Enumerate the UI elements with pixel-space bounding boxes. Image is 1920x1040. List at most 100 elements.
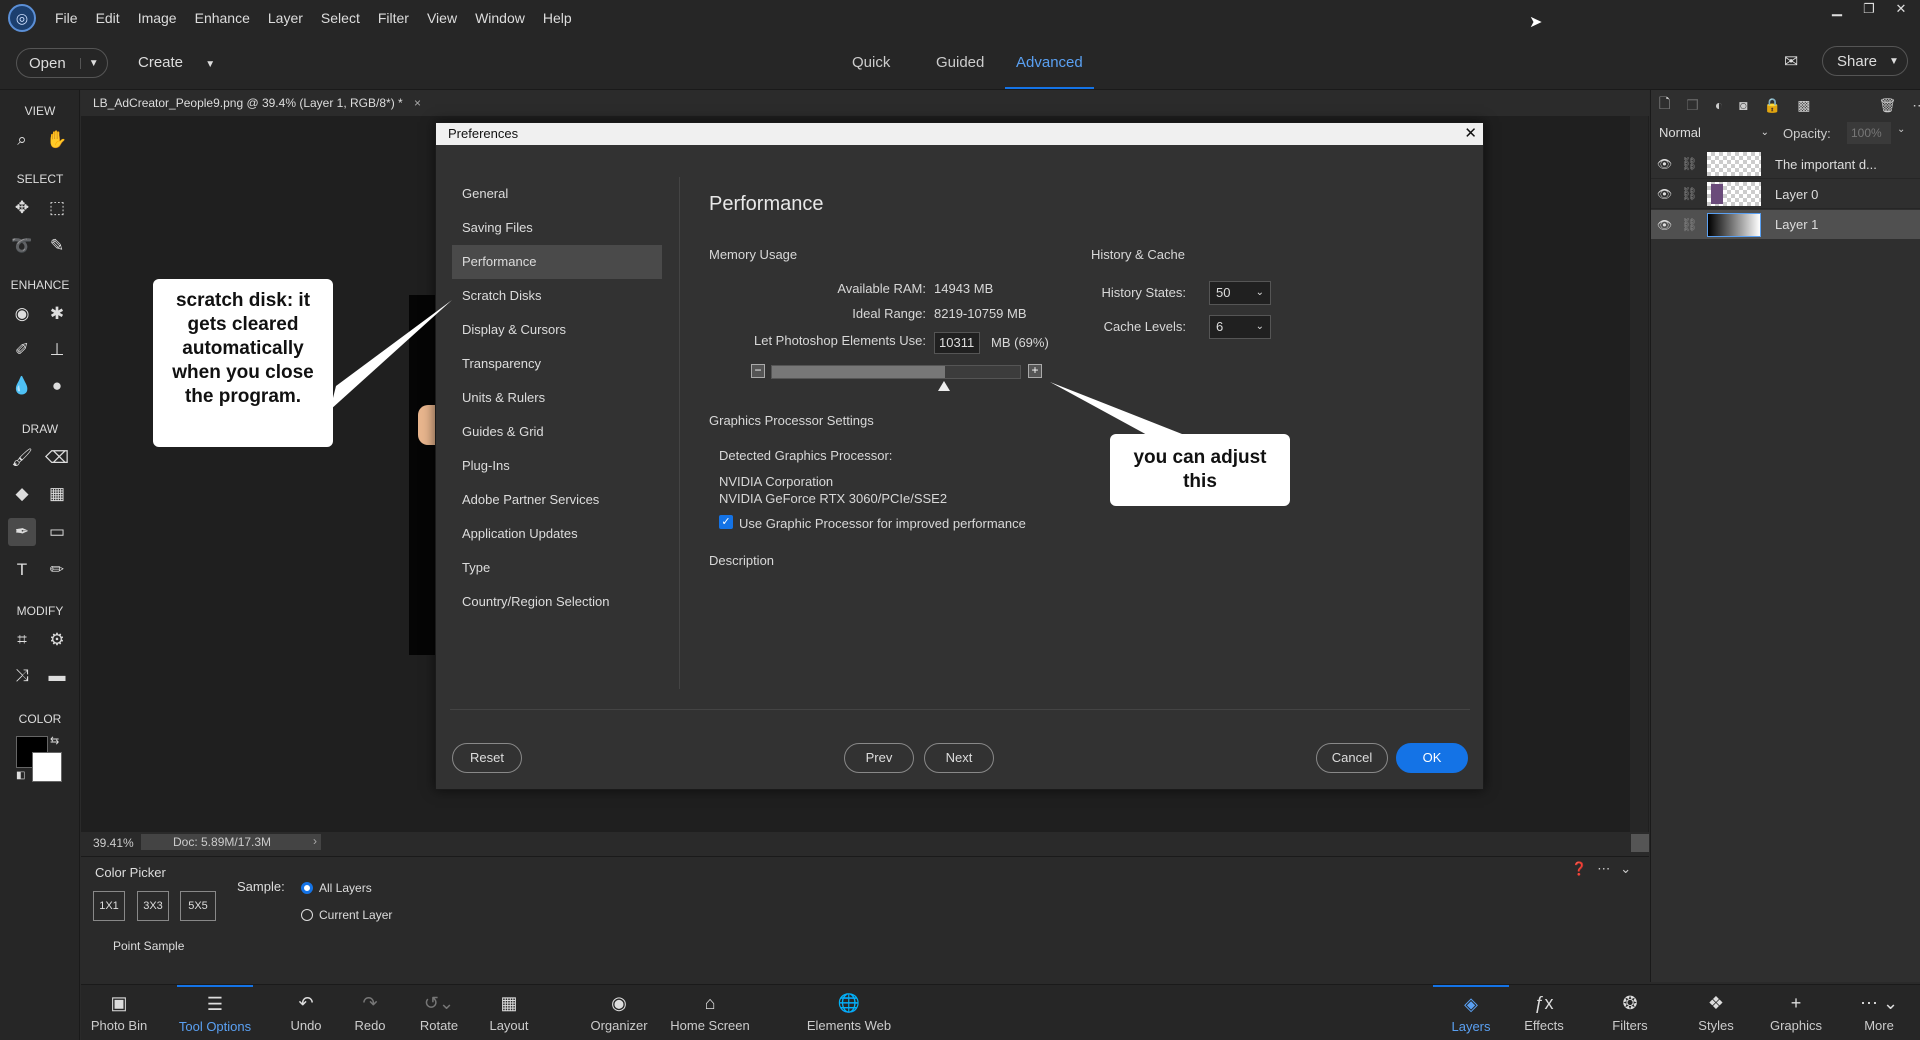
content-aware-move-icon[interactable]: ⤨: [8, 662, 36, 690]
move-tool-icon[interactable]: ✥: [8, 194, 36, 222]
open-button[interactable]: Open ▼: [16, 48, 108, 78]
chevron-down-icon[interactable]: ⌄: [1620, 861, 1631, 877]
prev-button[interactable]: Prev: [844, 743, 914, 773]
recompose-tool-icon[interactable]: ⚙: [43, 626, 71, 654]
layout-button[interactable]: ▦ Layout: [481, 985, 537, 1040]
memory-use-input[interactable]: 10311: [934, 332, 980, 354]
chevron-down-icon[interactable]: ⌄: [1897, 124, 1905, 135]
size-1x1-button[interactable]: 1X1: [93, 891, 125, 921]
filters-button[interactable]: ❂ Filters: [1595, 985, 1665, 1040]
menu-select[interactable]: Select: [312, 10, 369, 26]
cancel-button[interactable]: Cancel: [1316, 743, 1388, 773]
opacity-field[interactable]: 100%: [1847, 122, 1891, 144]
size-5x5-button[interactable]: 5X5: [180, 891, 216, 921]
layer-row[interactable]: 👁 ⛓ Layer 0: [1651, 180, 1920, 209]
plus-icon[interactable]: +: [1028, 364, 1042, 378]
next-button[interactable]: Next: [924, 743, 994, 773]
link-icon[interactable]: ⛓: [1681, 217, 1703, 233]
cache-levels-select[interactable]: 6 ⌄: [1209, 315, 1271, 339]
marquee-tool-icon[interactable]: ⬚: [43, 194, 71, 222]
chevron-down-icon[interactable]: ▼: [79, 57, 99, 69]
pencil-tool-icon[interactable]: ✏: [43, 556, 71, 584]
spot-healing-icon[interactable]: ✱: [43, 300, 71, 328]
menu-image[interactable]: Image: [129, 10, 186, 26]
nav-guides-grid[interactable]: Guides & Grid: [452, 415, 662, 449]
trash-icon[interactable]: 🗑: [1878, 97, 1896, 114]
memory-slider[interactable]: [771, 365, 1021, 379]
ok-button[interactable]: OK: [1396, 743, 1468, 773]
organizer-button[interactable]: ◉ Organizer: [584, 985, 654, 1040]
close-window-icon[interactable]: ✕: [1892, 0, 1910, 18]
gradient-tool-icon[interactable]: ▦: [43, 480, 71, 508]
gpu-checkbox[interactable]: ✓: [719, 515, 733, 529]
vertical-scrollbar[interactable]: [1630, 116, 1648, 832]
layer-row[interactable]: 👁 ⛓ The important d...: [1651, 150, 1920, 179]
red-eye-tool-icon[interactable]: ◉: [8, 300, 36, 328]
menu-edit[interactable]: Edit: [87, 10, 129, 26]
menu-file[interactable]: File: [46, 10, 87, 26]
layer-row-selected[interactable]: 👁 ⛓ Layer 1: [1651, 210, 1920, 239]
eye-icon[interactable]: 👁: [1657, 157, 1677, 171]
nav-type[interactable]: Type: [452, 551, 662, 585]
close-tab-icon[interactable]: ×: [414, 96, 421, 110]
tab-advanced[interactable]: Advanced: [1016, 54, 1083, 71]
nav-saving-files[interactable]: Saving Files: [452, 211, 662, 245]
create-button[interactable]: Create ▼: [138, 54, 215, 71]
menu-enhance[interactable]: Enhance: [186, 10, 259, 26]
minimize-icon[interactable]: ▁: [1828, 0, 1846, 18]
rotate-button[interactable]: ↺⌄ Rotate: [411, 985, 467, 1040]
adjustment-layer-icon[interactable]: ◐: [1715, 97, 1723, 113]
brush-tool-icon[interactable]: 🖌: [8, 444, 36, 472]
chevron-right-icon[interactable]: ›: [313, 834, 317, 848]
eye-icon[interactable]: 👁: [1657, 187, 1677, 201]
history-states-select[interactable]: 50 ⌄: [1209, 281, 1271, 305]
menu-help[interactable]: Help: [534, 10, 581, 26]
help-icon[interactable]: ❓: [1571, 861, 1587, 877]
layers-button[interactable]: ◈ Layers: [1433, 985, 1509, 1040]
size-3x3-button[interactable]: 3X3: [137, 891, 169, 921]
styles-button[interactable]: ❖ Styles: [1681, 985, 1751, 1040]
minus-icon[interactable]: −: [751, 364, 765, 378]
new-layer-icon[interactable]: 🗋: [1659, 93, 1670, 117]
menu-view[interactable]: View: [418, 10, 466, 26]
mail-icon[interactable]: ✉: [1784, 52, 1798, 72]
menu-layer[interactable]: Layer: [259, 10, 312, 26]
nav-adobe-partner-services[interactable]: Adobe Partner Services: [452, 483, 662, 517]
nav-application-updates[interactable]: Application Updates: [452, 517, 662, 551]
radio-all-layers[interactable]: All Layers: [301, 881, 372, 895]
blend-mode-select[interactable]: Normal ⌄: [1659, 122, 1769, 144]
nav-country-region[interactable]: Country/Region Selection: [452, 585, 662, 619]
crop-tool-icon[interactable]: ⌗: [8, 626, 36, 654]
zoom-tool-icon[interactable]: ⌕: [8, 126, 36, 154]
photo-bin-button[interactable]: ▣ Photo Bin: [81, 985, 157, 1040]
layer-mask-icon[interactable]: ◙: [1739, 97, 1747, 113]
tool-options-button[interactable]: ☰ Tool Options: [177, 985, 253, 1040]
effects-button[interactable]: ƒx Effects: [1509, 985, 1579, 1040]
shape-tool-icon[interactable]: ▭: [43, 518, 71, 546]
link-icon[interactable]: ⛓: [1681, 156, 1703, 172]
nav-performance[interactable]: Performance: [452, 245, 662, 279]
redo-button[interactable]: ↷ Redo: [345, 985, 395, 1040]
restore-icon[interactable]: ❐: [1860, 0, 1878, 18]
lock-icon[interactable]: 🔒: [1764, 97, 1781, 114]
swap-colors-icon[interactable]: ⇆: [50, 734, 59, 747]
link-icon[interactable]: ⛓: [1681, 186, 1703, 202]
new-group-icon[interactable]: ❒: [1686, 97, 1699, 114]
elements-web-button[interactable]: 🌐 Elements Web: [799, 985, 899, 1040]
clone-stamp-icon[interactable]: ⊥: [43, 336, 71, 364]
tab-guided[interactable]: Guided: [936, 54, 984, 71]
nav-units-rulers[interactable]: Units & Rulers: [452, 381, 662, 415]
radio-current-layer[interactable]: Current Layer: [301, 908, 392, 922]
nav-general[interactable]: General: [452, 177, 662, 211]
default-colors-icon[interactable]: ◧: [16, 770, 25, 781]
blur-tool-icon[interactable]: 💧: [8, 372, 36, 400]
eye-icon[interactable]: 👁: [1657, 218, 1677, 232]
share-button[interactable]: Share ▼: [1822, 46, 1908, 76]
lock-transparency-icon[interactable]: ▩: [1797, 97, 1810, 114]
quick-selection-icon[interactable]: ✎: [43, 232, 71, 260]
smart-brush-icon[interactable]: ✐: [8, 336, 36, 364]
undo-button[interactable]: ↶ Undo: [281, 985, 331, 1040]
more-options-icon[interactable]: ⋯: [1912, 97, 1920, 114]
eraser-tool-icon[interactable]: ⌫: [43, 444, 71, 472]
more-options-icon[interactable]: ⋯: [1597, 861, 1610, 877]
